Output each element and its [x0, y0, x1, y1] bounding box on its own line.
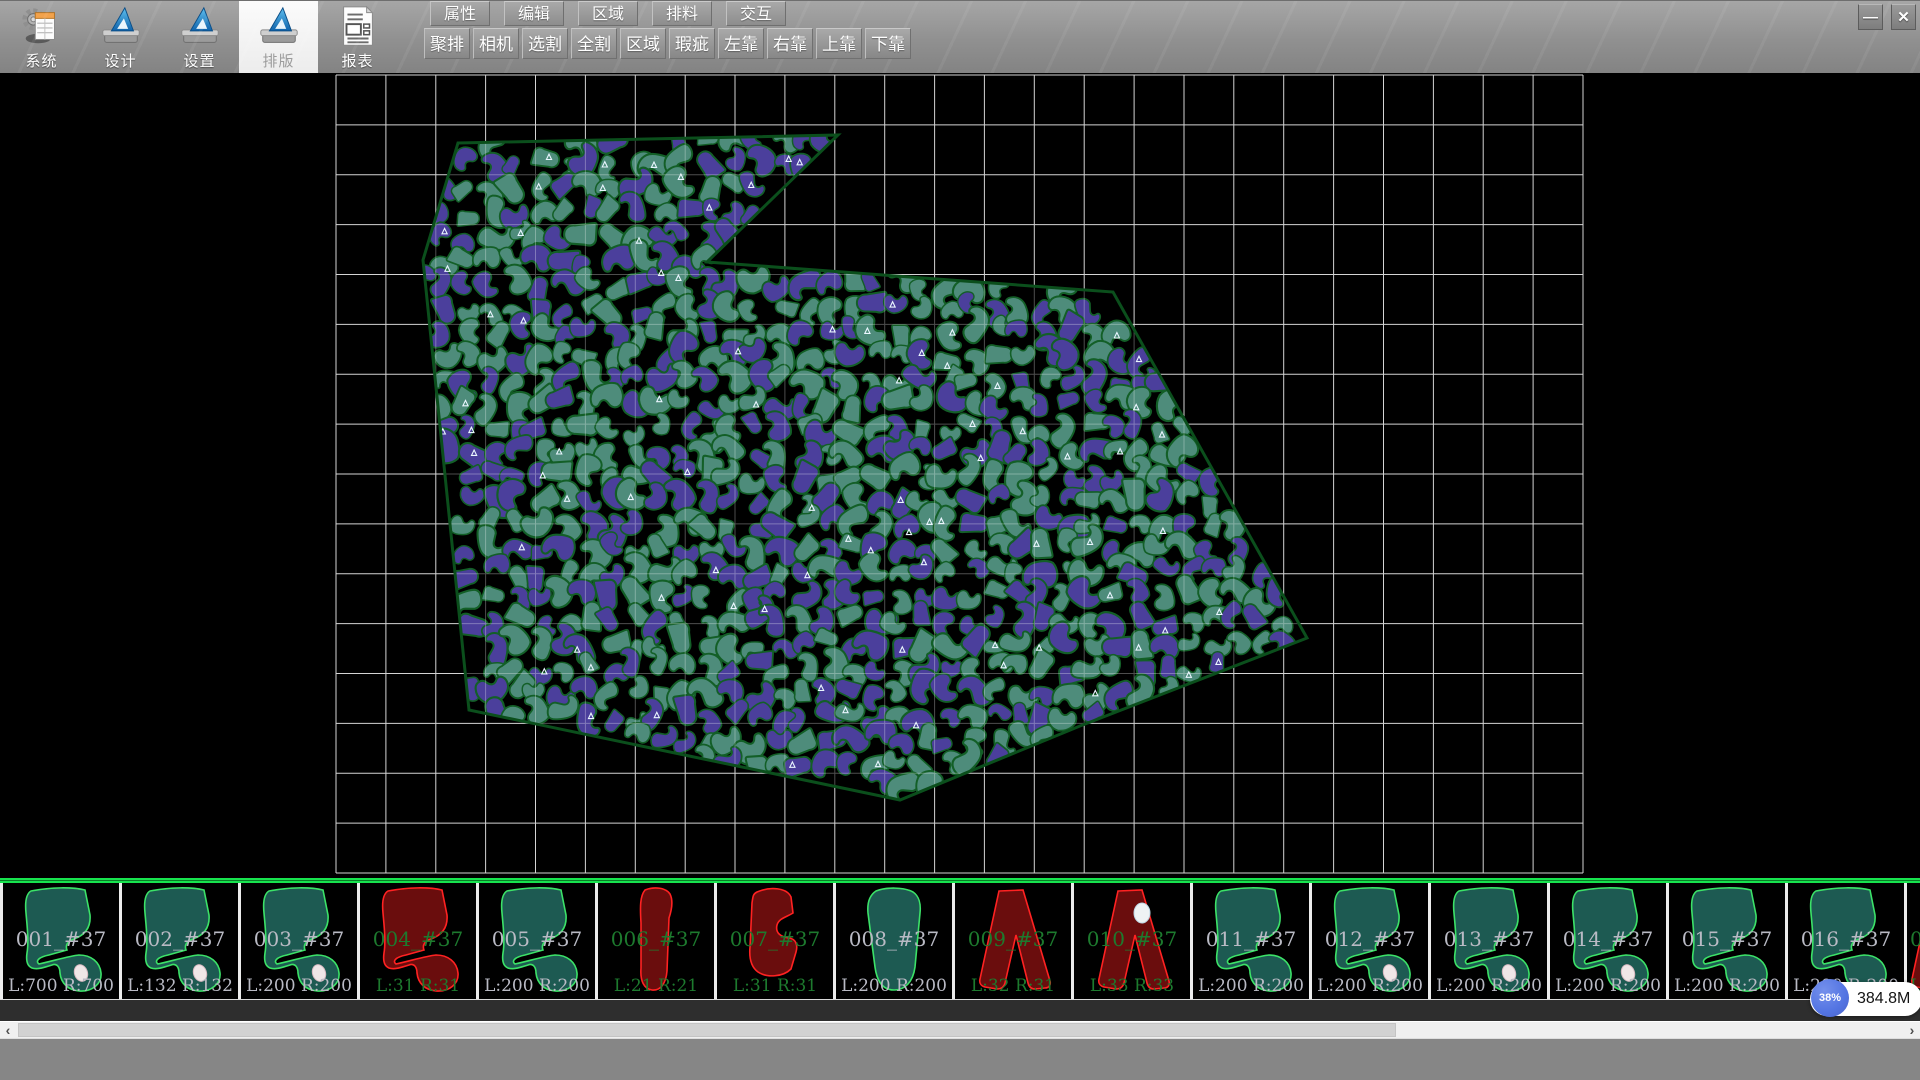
- piece-number: 005_#37: [479, 927, 595, 951]
- piece-lr-count: L:132 R:132: [122, 976, 238, 996]
- nesting-canvas[interactable]: [0, 73, 1920, 878]
- piece-thumb-14[interactable]: 014_#37 L:200 R:200: [1550, 883, 1669, 999]
- piece-lr-count: L:200 R:200: [1312, 976, 1428, 996]
- menu-bar: 属性编辑区域排料交互: [430, 1, 786, 27]
- piece-number: 006_#37: [598, 927, 714, 951]
- piece-lr-count: L:200 R:200: [1669, 976, 1785, 996]
- piece-thumb-5[interactable]: 005_#37 L:200 R:200: [479, 883, 598, 999]
- launcher-item-label: 设计: [81, 50, 160, 71]
- launcher-item-label: 设置: [160, 50, 239, 71]
- piece-lr-count: L:31 R:31: [360, 976, 476, 996]
- launcher-item-label: 系统: [2, 50, 81, 71]
- piece-thumb-6[interactable]: 006_#37 L:21 R:21: [598, 883, 717, 999]
- piece-number: 009_#37: [955, 927, 1071, 951]
- piece-lr-count: L:200 R:200: [836, 976, 952, 996]
- titlebar: 系统 设计 设置 排版: [0, 0, 1920, 73]
- piece-thumb-9[interactable]: 009_#37 L:32 R:31: [955, 883, 1074, 999]
- piece-thumb-3[interactable]: 003_#37 L:200 R:200: [241, 883, 360, 999]
- piece-number: 0: [1907, 927, 1920, 951]
- action-button-9[interactable]: 下靠: [865, 28, 911, 59]
- piece-thumb-8[interactable]: 008_#37 L:200 R:200: [836, 883, 955, 999]
- launcher-item-2[interactable]: 设置: [160, 1, 239, 73]
- close-button[interactable]: ✕: [1891, 4, 1916, 30]
- menu-item-3[interactable]: 排料: [652, 1, 712, 26]
- piece-number: 013_#37: [1431, 927, 1547, 951]
- piece-lr-count: L:21 R:21: [598, 976, 714, 996]
- piece-number: 011_#37: [1193, 927, 1309, 951]
- piece-lr-count: L:200 R:200: [1550, 976, 1666, 996]
- piece-lr-count: L:700 R:700: [3, 976, 119, 996]
- scroll-right-arrow[interactable]: ›: [1904, 1022, 1920, 1038]
- piece-thumb-7[interactable]: 007_#37 L:31 R:31: [717, 883, 836, 999]
- piece-lr-count: L:200 R:200: [1431, 976, 1547, 996]
- action-button-5[interactable]: 瑕疵: [669, 28, 715, 59]
- menu-item-1[interactable]: 编辑: [504, 1, 564, 26]
- piece-thumb-12[interactable]: 012_#37 L:200 R:200: [1312, 883, 1431, 999]
- piece-lr-count: L:33 R:33: [1074, 976, 1190, 996]
- piece-thumb-10[interactable]: 010_#37 L:33 R:33: [1074, 883, 1193, 999]
- memory-value: 384.8M: [1857, 990, 1910, 1008]
- piece-lr-count: L:200 R:200: [1193, 976, 1309, 996]
- launcher-item-4[interactable]: 报表: [318, 1, 397, 73]
- piece-lr-count: L:31 R:31: [717, 976, 833, 996]
- piece-number: 007_#37: [717, 927, 833, 951]
- piece-thumb-2[interactable]: 002_#37 L:132 R:132: [122, 883, 241, 999]
- launcher-item-3[interactable]: 排版: [239, 1, 318, 73]
- piece-thumb-11[interactable]: 011_#37 L:200 R:200: [1193, 883, 1312, 999]
- piece-number: 012_#37: [1312, 927, 1428, 951]
- piece-number: 016_#37: [1788, 927, 1904, 951]
- minimize-button[interactable]: —: [1858, 4, 1883, 30]
- window-controls: — ✕: [1858, 4, 1916, 30]
- piece-number: 010_#37: [1074, 927, 1190, 951]
- action-toolbar: 聚排相机选割全割区域瑕疵左靠右靠上靠下靠: [424, 28, 911, 59]
- menu-item-0[interactable]: 属性: [430, 1, 490, 26]
- scrollbar-thumb[interactable]: [18, 1023, 1396, 1037]
- piece-lr-count: L:32 R:31: [955, 976, 1071, 996]
- piece-number: 014_#37: [1550, 927, 1666, 951]
- action-button-6[interactable]: 左靠: [718, 28, 764, 59]
- piece-thumb-13[interactable]: 013_#37 L:200 R:200: [1431, 883, 1550, 999]
- pieces-filmstrip: 001_#37L:700 R:700 002_#37L:132 R:132 00…: [0, 878, 1920, 1021]
- action-button-7[interactable]: 右靠: [767, 28, 813, 59]
- menu-item-2[interactable]: 区域: [578, 1, 638, 26]
- piece-number: 004_#37: [360, 927, 476, 951]
- piece-thumb-1[interactable]: 001_#37 L:700 R:700: [0, 883, 122, 999]
- piece-lr-count: L:200 R:200: [479, 976, 595, 996]
- action-button-2[interactable]: 选割: [522, 28, 568, 59]
- piece-number: 002_#37: [122, 927, 238, 951]
- piece-thumbnails: 001_#37L:700 R:700 002_#37L:132 R:132 00…: [0, 883, 1920, 1000]
- launcher-item-label: 排版: [239, 50, 318, 71]
- horizontal-scrollbar[interactable]: ‹ ›: [0, 1021, 1920, 1038]
- piece-lr-count: L:200 R:200: [241, 976, 357, 996]
- action-button-3[interactable]: 全割: [571, 28, 617, 59]
- piece-number: 008_#37: [836, 927, 952, 951]
- status-bar: [0, 1038, 1920, 1080]
- menu-item-4[interactable]: 交互: [726, 1, 786, 26]
- launcher-item-label: 报表: [318, 50, 397, 71]
- action-button-4[interactable]: 区域: [620, 28, 666, 59]
- progress-circle: 38%: [1811, 979, 1849, 1017]
- nesting-drawing: [0, 73, 1920, 878]
- launcher-item-0[interactable]: 系统: [2, 1, 81, 73]
- action-button-8[interactable]: 上靠: [816, 28, 862, 59]
- launcher-toolbar: 系统 设计 设置 排版: [2, 1, 397, 73]
- piece-thumb-15[interactable]: 015_#37 L:200 R:200: [1669, 883, 1788, 999]
- piece-number: 001_#37: [3, 927, 119, 951]
- action-button-0[interactable]: 聚排: [424, 28, 470, 59]
- piece-thumb-4[interactable]: 004_#37 L:31 R:31: [360, 883, 479, 999]
- scroll-left-arrow[interactable]: ‹: [0, 1022, 16, 1038]
- piece-number: 015_#37: [1669, 927, 1785, 951]
- piece-number: 003_#37: [241, 927, 357, 951]
- action-button-1[interactable]: 相机: [473, 28, 519, 59]
- launcher-item-1[interactable]: 设计: [81, 1, 160, 73]
- memory-badge: 38% 384.8M: [1810, 982, 1920, 1016]
